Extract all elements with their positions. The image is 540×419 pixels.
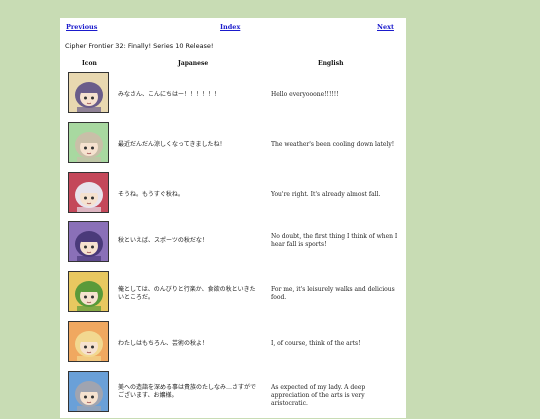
english-line: For me, it's leisurely walks and delicio… [271, 286, 395, 301]
japanese-line: 俺としては、のんびりと行楽か、食欲の秋といきたいところだ。 [118, 286, 256, 301]
english-line: You're right. It's already almost fall. [271, 191, 381, 198]
english-line: The weather's been cooling down lately! [271, 141, 395, 148]
character-portrait-icon [68, 72, 109, 113]
table-row: わたしはもちろん、芸術の秋よ！ I, of course, think of th… [60, 321, 406, 369]
character-portrait-icon [68, 371, 109, 412]
table-row: 美への造詣を深める事は貴族のたしなみ…さすがでございます、お嬢様。 As expe… [60, 371, 406, 419]
document-page: Previous Index Next Cipher Frontier 32: … [60, 18, 406, 418]
japanese-line: 最近だんだん涼しくなってきましたね！ [118, 141, 226, 148]
table-row: そうね。もうすぐ秋ね。 You're right. It's already al… [60, 172, 406, 220]
english-line: I, of course, think of the arts! [271, 340, 361, 347]
column-header-japanese: Japanese [178, 60, 209, 67]
english-line: Hello everyooone!!!!!! [271, 91, 339, 98]
table-row: 秋といえば、スポーツの秋だな！ No doubt, the first thing… [60, 221, 406, 269]
previous-link[interactable]: Previous [66, 23, 97, 31]
japanese-line: そうね。もうすぐ秋ね。 [118, 191, 184, 198]
english-line: As expected of my lady. A deep appreciat… [271, 384, 366, 407]
japanese-line: みなさん、こんにちはー！！！！！！ [118, 91, 221, 98]
japanese-line: 美への造詣を深める事は貴族のたしなみ…さすがでございます、お嬢様。 [118, 384, 257, 399]
japanese-line: 秋といえば、スポーツの秋だな！ [118, 237, 208, 244]
table-row: みなさん、こんにちはー！！！！！！ Hello everyooone!!!!!! [60, 72, 406, 120]
character-portrait-icon [68, 172, 109, 213]
english-line: No doubt, the first thing I think of whe… [271, 233, 398, 248]
character-portrait-icon [68, 122, 109, 163]
character-portrait-icon [68, 321, 109, 362]
page-title: Cipher Frontier 32: Finally! Series 10 R… [65, 42, 214, 50]
column-header-icon: Icon [82, 60, 97, 67]
next-link[interactable]: Next [377, 23, 394, 31]
column-header-english: English [318, 60, 344, 67]
index-link[interactable]: Index [220, 23, 240, 31]
table-row: 俺としては、のんびりと行楽か、食欲の秋といきたいところだ。 For me, it'… [60, 271, 406, 319]
japanese-line: わたしはもちろん、芸術の秋よ！ [118, 340, 209, 347]
character-portrait-icon [68, 271, 109, 312]
character-portrait-icon [68, 221, 109, 262]
table-row: 最近だんだん涼しくなってきましたね！ The weather's been coo… [60, 122, 406, 170]
